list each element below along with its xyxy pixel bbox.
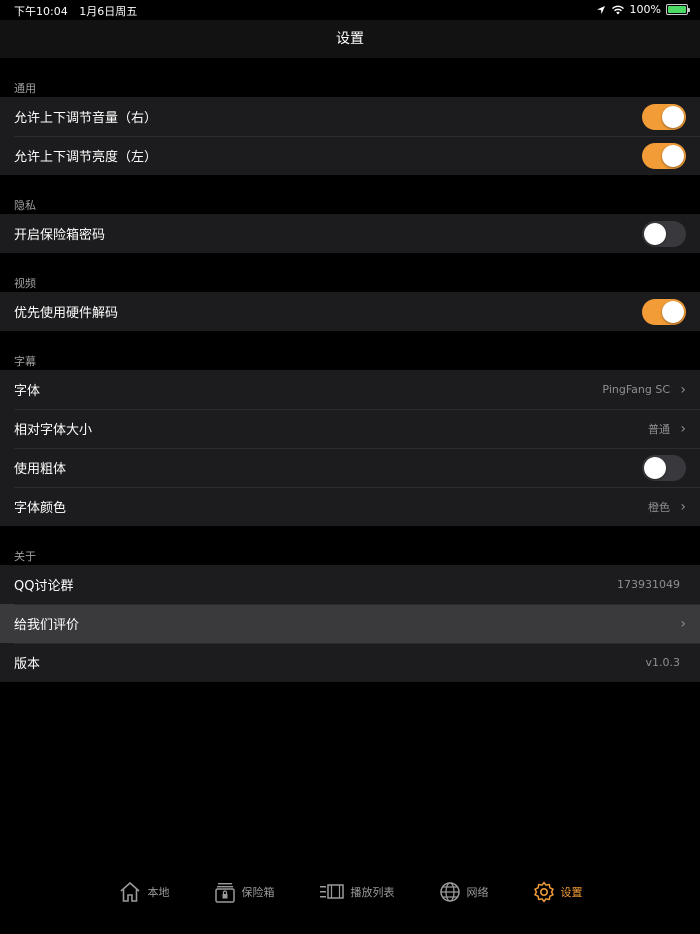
status-bar: 下午10:04 1月6日周五 100%	[0, 0, 700, 20]
safe-password-toggle[interactable]	[642, 220, 686, 247]
row-volume: 允许上下调节音量（右）	[0, 97, 700, 136]
tab-label: 设置	[560, 886, 583, 899]
version-value: v1.0.3	[645, 656, 681, 669]
row-label: 允许上下调节亮度（左）	[14, 150, 158, 165]
chevron-right-icon: ›	[680, 381, 686, 398]
group-privacy: 开启保险箱密码	[0, 214, 700, 253]
font-size-value: 普通	[648, 422, 670, 436]
group-video: 优先使用硬件解码	[0, 292, 700, 331]
row-label: 开启保险箱密码	[14, 228, 106, 243]
row-label: 相对字体大小	[14, 423, 93, 438]
row-qq-group[interactable]: QQ讨论群 173931049	[0, 565, 700, 604]
group-general: 允许上下调节音量（右） 允许上下调节亮度（左）	[0, 97, 700, 175]
section-header-video: 视频	[0, 253, 700, 292]
row-bold: 使用粗体	[0, 448, 700, 487]
row-label: 版本	[14, 657, 41, 672]
tab-safe[interactable]: 保险箱	[214, 880, 275, 904]
page-title: 设置	[336, 31, 364, 47]
volume-toggle[interactable]	[642, 103, 686, 130]
tab-settings[interactable]: 设置	[533, 880, 583, 904]
status-time: 下午10:04	[14, 5, 68, 18]
section-header-general: 通用	[0, 58, 700, 97]
group-subtitle: 字体 PingFang SC › 相对字体大小 普通 › 使用粗体 字体颜色 橙…	[0, 370, 700, 526]
brightness-toggle[interactable]	[642, 142, 686, 169]
row-label: 字体	[14, 384, 41, 399]
section-header-subtitle: 字幕	[0, 331, 700, 370]
toggle-knob	[662, 105, 684, 128]
safe-icon	[214, 883, 235, 903]
tab-label: 网络	[466, 886, 489, 899]
row-hw-decode: 优先使用硬件解码	[0, 292, 700, 331]
font-color-value: 橙色	[648, 500, 670, 514]
tab-label: 播放列表	[350, 886, 395, 899]
row-label: 优先使用硬件解码	[14, 306, 119, 321]
row-brightness: 允许上下调节亮度（左）	[0, 136, 700, 175]
tab-network[interactable]: 网络	[439, 880, 489, 904]
group-about: QQ讨论群 173931049 给我们评价 › 版本 v1.0.3	[0, 565, 700, 682]
row-rate-us[interactable]: 给我们评价 ›	[0, 604, 700, 643]
row-font-color[interactable]: 字体颜色 橙色 ›	[0, 487, 700, 526]
row-label: 使用粗体	[14, 462, 67, 477]
section-header-about: 关于	[0, 526, 700, 565]
row-label: 字体颜色	[14, 501, 67, 516]
row-font-size[interactable]: 相对字体大小 普通 ›	[0, 409, 700, 448]
battery-icon	[666, 4, 690, 15]
row-label: 允许上下调节音量（右）	[14, 111, 158, 126]
globe-icon	[439, 882, 460, 902]
row-label: 给我们评价	[14, 618, 80, 633]
playlist-icon	[319, 884, 344, 899]
section-header-privacy: 隐私	[0, 175, 700, 214]
home-icon	[119, 881, 140, 902]
wifi-icon	[611, 5, 624, 14]
battery-percent: 100%	[629, 3, 661, 16]
toggle-knob	[644, 222, 666, 245]
row-version: 版本 v1.0.3	[0, 643, 700, 682]
toggle-knob	[662, 300, 684, 323]
tab-local[interactable]: 本地	[118, 880, 170, 904]
chevron-right-icon: ›	[680, 420, 686, 437]
gear-icon	[533, 881, 554, 903]
row-label: QQ讨论群	[14, 579, 74, 594]
hw-decode-toggle[interactable]	[642, 298, 686, 325]
tab-bar: 本地 保险箱 播放列表 网络 设置	[0, 872, 700, 934]
toggle-knob	[644, 456, 666, 479]
font-value: PingFang SC	[602, 383, 670, 396]
tab-playlist[interactable]: 播放列表	[319, 880, 395, 904]
row-font[interactable]: 字体 PingFang SC ›	[0, 370, 700, 409]
settings-list: 通用 允许上下调节音量（右） 允许上下调节亮度（左） 隐私 开启保险箱密码 视频…	[0, 58, 700, 682]
row-safe-password: 开启保险箱密码	[0, 214, 700, 253]
tab-label: 本地	[147, 886, 170, 899]
toggle-knob	[662, 144, 684, 167]
status-date: 1月6日周五	[79, 5, 138, 18]
nav-bar: 设置	[0, 20, 700, 58]
qq-value: 173931049	[617, 578, 680, 591]
tab-label: 保险箱	[241, 886, 275, 899]
chevron-right-icon: ›	[680, 615, 686, 632]
chevron-right-icon: ›	[680, 498, 686, 515]
bold-toggle[interactable]	[642, 454, 686, 481]
location-icon	[596, 5, 605, 14]
